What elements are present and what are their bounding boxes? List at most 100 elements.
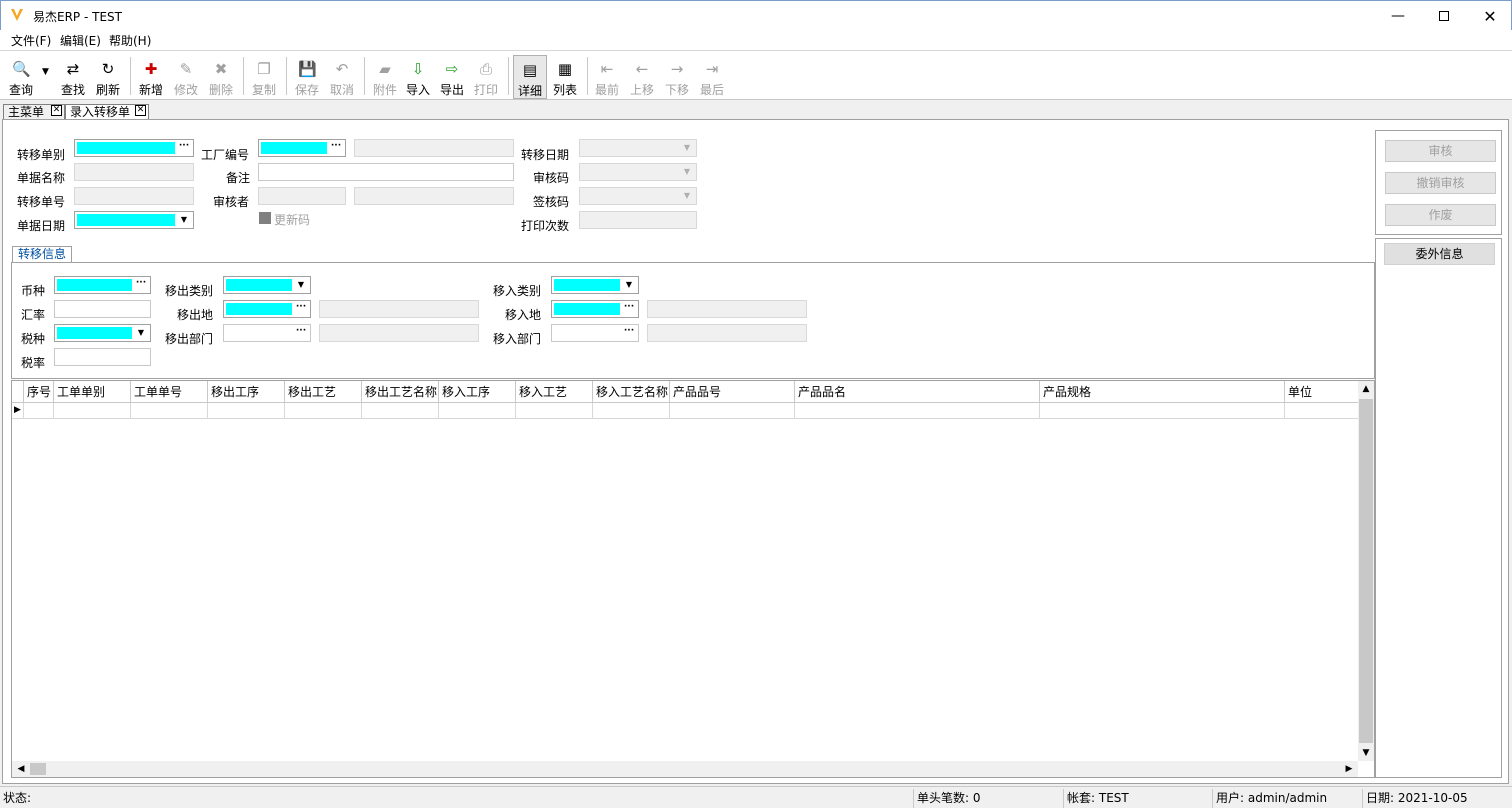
column-header[interactable]: 移出工艺 (285, 381, 362, 403)
ellipsis-icon[interactable]: ··· (293, 326, 309, 340)
scroll-up-icon[interactable]: ▲ (1358, 381, 1374, 397)
ellipsis-icon[interactable]: ··· (621, 302, 637, 316)
ellipsis-icon[interactable]: ··· (328, 141, 344, 155)
table-cell[interactable] (208, 403, 285, 419)
ellipsis-icon[interactable]: ··· (293, 302, 309, 316)
table-cell[interactable] (24, 403, 54, 419)
horizontal-scrollbar[interactable]: ◀ ▶ (12, 761, 1358, 777)
out-place-field[interactable]: ··· (223, 300, 311, 318)
column-header[interactable]: 工单单号 (131, 381, 208, 403)
close-tab-icon[interactable]: ✕ (51, 105, 62, 116)
detail-button[interactable]: ▤ 详细 (513, 55, 547, 99)
tab-transfer-info[interactable]: 转移信息 (12, 246, 72, 263)
column-header[interactable]: 工单单别 (54, 381, 131, 403)
save-button[interactable]: 💾 保存 (290, 55, 324, 99)
import-button[interactable]: ⇩ 导入 (401, 55, 435, 99)
in-type-field[interactable]: ▼ (551, 276, 639, 294)
out-dept-field[interactable]: ··· (223, 324, 311, 342)
update-code-checkbox[interactable] (259, 212, 271, 224)
ellipsis-icon[interactable]: ··· (176, 141, 192, 155)
menu-file[interactable]: 文件(F) (11, 32, 51, 49)
next-button[interactable]: → 下移 (660, 55, 694, 99)
list-button[interactable]: ▦ 列表 (548, 55, 582, 99)
table-cell[interactable] (439, 403, 516, 419)
new-button[interactable]: ✚ 新增 (134, 55, 168, 99)
print-count-field (579, 211, 697, 229)
menu-edit[interactable]: 编辑(E) (60, 32, 101, 49)
chevron-down-icon[interactable]: ▼ (293, 278, 309, 292)
column-header[interactable]: 移入工序 (439, 381, 516, 403)
factory-field[interactable]: ··· (258, 139, 346, 157)
in-place-field[interactable]: ··· (551, 300, 639, 318)
last-icon: ⇥ (705, 60, 719, 78)
cancel-button[interactable]: ↶ 取消 (325, 55, 359, 99)
doc-date-field[interactable]: ▼ (74, 211, 194, 229)
tax-rate-field[interactable] (54, 348, 151, 366)
column-header[interactable]: 产品品名 (795, 381, 1040, 403)
ellipsis-icon[interactable]: ··· (621, 326, 637, 340)
out-dept-label: 移出部门 (165, 332, 214, 346)
find-button[interactable]: ⇄ 查找 (56, 55, 90, 99)
table-cell[interactable] (131, 403, 208, 419)
menu-bar: 文件(F) 编辑(E) 帮助(H) (0, 30, 1512, 50)
audit-button[interactable]: 审核 (1385, 140, 1496, 162)
rate-field[interactable] (54, 300, 151, 318)
column-header[interactable]: 移出工序 (208, 381, 285, 403)
edit-button[interactable]: ✎ 修改 (169, 55, 203, 99)
table-cell[interactable] (54, 403, 131, 419)
query-button[interactable]: 🔍 查询 (4, 55, 38, 99)
table-cell[interactable] (1285, 403, 1358, 419)
status-bar: 状态: 单头笔数: 0 帐套: TEST 用户: admin/admin 日期:… (0, 786, 1512, 808)
table-cell[interactable] (795, 403, 1040, 419)
close-tab-icon[interactable]: ✕ (135, 105, 146, 116)
scrollbar-thumb[interactable] (1359, 399, 1373, 743)
unaudit-button[interactable]: 撤销审核 (1385, 172, 1496, 194)
delete-button[interactable]: ✖ 删除 (204, 55, 238, 99)
print-button[interactable]: ⎙ 打印 (469, 55, 503, 99)
table-cell[interactable] (516, 403, 593, 419)
table-cell[interactable] (285, 403, 362, 419)
currency-field[interactable]: ··· (54, 276, 151, 294)
copy-button[interactable]: ❐ 复制 (247, 55, 281, 99)
menu-help[interactable]: 帮助(H) (109, 32, 151, 49)
query-dropdown-icon[interactable]: ▼ (42, 67, 49, 77)
first-button[interactable]: ⇤ 最前 (590, 55, 624, 99)
doc-type-field[interactable]: ··· (74, 139, 194, 157)
table-cell[interactable] (670, 403, 795, 419)
column-header[interactable]: 产品规格 (1040, 381, 1285, 403)
out-type-field[interactable]: ▼ (223, 276, 311, 294)
table-cell[interactable] (362, 403, 439, 419)
column-header[interactable]: 序号 (24, 381, 54, 403)
chevron-down-icon[interactable]: ▼ (133, 326, 149, 340)
scroll-down-icon[interactable]: ▼ (1358, 745, 1374, 761)
column-header[interactable]: 移入工艺名称 (593, 381, 670, 403)
column-header[interactable]: 移出工艺名称 (362, 381, 439, 403)
column-header[interactable]: 移入工艺 (516, 381, 593, 403)
table-cell[interactable] (593, 403, 670, 419)
chevron-down-icon[interactable]: ▼ (176, 213, 192, 227)
column-header[interactable]: 单位 (1285, 381, 1358, 403)
column-header[interactable]: 产品品号 (670, 381, 795, 403)
table-row[interactable]: ▶ (12, 403, 1358, 419)
minimize-button[interactable]: — (1375, 1, 1421, 31)
outsource-info-button[interactable]: 委外信息 (1384, 243, 1495, 265)
last-button[interactable]: ⇥ 最后 (695, 55, 729, 99)
vertical-scrollbar[interactable]: ▲ ▼ (1358, 381, 1374, 761)
scroll-right-icon[interactable]: ▶ (1342, 761, 1356, 777)
refresh-button[interactable]: ↻ 刷新 (91, 55, 125, 99)
scroll-left-icon[interactable]: ◀ (14, 761, 28, 777)
scrollbar-thumb[interactable] (30, 763, 46, 775)
ellipsis-icon[interactable]: ··· (133, 278, 149, 292)
close-button[interactable]: ✕ (1467, 1, 1512, 31)
prev-button[interactable]: ← 上移 (625, 55, 659, 99)
maximize-button[interactable] (1421, 1, 1467, 31)
table-cell[interactable] (1040, 403, 1285, 419)
chevron-down-icon[interactable]: ▼ (621, 278, 637, 292)
export-button[interactable]: ⇨ 导出 (435, 55, 469, 99)
remark-field[interactable] (258, 163, 514, 181)
attach-button[interactable]: ▰ 附件 (368, 55, 402, 99)
in-dept-field[interactable]: ··· (551, 324, 639, 342)
tax-field[interactable]: ▼ (54, 324, 151, 342)
tax-label: 税种 (21, 332, 46, 346)
void-button[interactable]: 作废 (1385, 204, 1496, 226)
